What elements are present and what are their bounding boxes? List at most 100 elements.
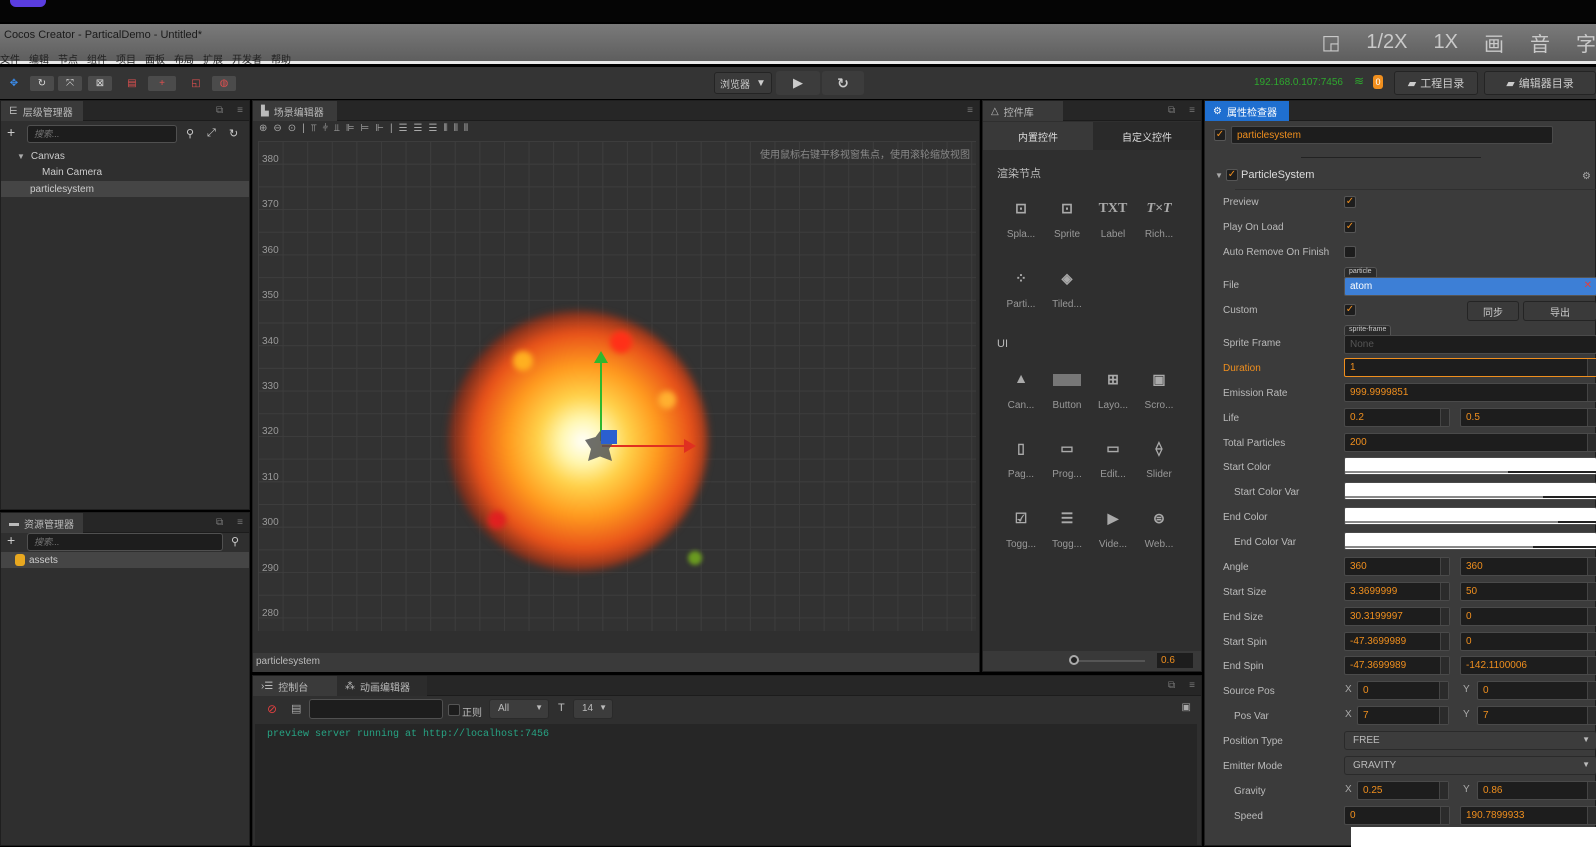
emission-rate-input[interactable]: 999.9999851 (1344, 383, 1596, 402)
assets-search-input[interactable] (27, 533, 223, 551)
open-log-icon[interactable]: ▤ (291, 702, 301, 715)
gravity-y-input[interactable]: 0.86 (1477, 781, 1596, 800)
zoom-reset-icon[interactable]: ⊙ (288, 123, 296, 134)
position-type-select[interactable]: FREE ▼ (1344, 731, 1596, 750)
start-color-var-picker[interactable] (1344, 482, 1596, 500)
picture-button[interactable]: 画 (1484, 28, 1504, 57)
tab-scene[interactable]: ▙ 场景编辑器 (253, 101, 337, 121)
tree-node-main-camera[interactable]: Main Camera (1, 164, 249, 180)
zoom-slider-track[interactable] (1075, 660, 1145, 662)
distribute-vcenter-icon[interactable]: ☰ (414, 123, 423, 134)
lib-item-button[interactable]: Button (1044, 366, 1090, 411)
end-color-var-picker[interactable] (1344, 532, 1596, 550)
auto-remove-checkbox[interactable] (1344, 246, 1356, 258)
menu-edit[interactable]: 编辑 (29, 51, 49, 66)
clear-file-icon[interactable]: ✕ (1584, 280, 1592, 291)
expand-arrow-icon[interactable]: ▼ (17, 152, 25, 161)
zoom-value[interactable]: 0.6 (1157, 653, 1193, 668)
distribute-left-icon[interactable]: ⫴ (443, 123, 447, 134)
add-asset-icon[interactable]: + (7, 532, 15, 548)
clear-icon[interactable]: ⊘ (267, 702, 277, 716)
lib-item-label[interactable]: TXT Label (1090, 195, 1136, 240)
end-size-max-input[interactable]: 0 (1460, 607, 1596, 626)
distribute-bottom-icon[interactable]: ☰ (429, 123, 438, 134)
start-size-max-input[interactable]: 50 (1460, 582, 1596, 601)
preview-target-select[interactable]: 浏览器 ▼ (714, 72, 772, 94)
popout-icon[interactable]: ⧉ (216, 105, 223, 116)
align-left-icon[interactable]: ⊫ (346, 123, 355, 134)
menu-panel[interactable]: 面板 (145, 51, 165, 66)
life-min-input[interactable]: 0.2 (1344, 408, 1450, 427)
lib-item-particle[interactable]: ⁘ Parti... (998, 265, 1044, 311)
component-collapse-icon[interactable]: ▼ (1215, 171, 1223, 180)
menu-extension[interactable]: 扩展 (203, 51, 223, 66)
project-dir-button[interactable]: ▰ 工程目录 (1394, 71, 1478, 95)
custom-checkbox[interactable]: ✓ (1344, 304, 1356, 316)
menu-icon[interactable]: ≡ (1189, 680, 1195, 691)
distribute-hcenter-icon[interactable]: ⫴ (454, 123, 458, 134)
gravity-x-input[interactable]: 0.25 (1357, 781, 1449, 800)
zoom-slider-handle[interactable] (1069, 655, 1079, 665)
end-size-min-input[interactable]: 30.3199997 (1344, 607, 1450, 626)
asset-root[interactable]: assets (1, 552, 249, 568)
tab-inspector[interactable]: ⚙ 属性检查器 (1205, 101, 1289, 121)
source-pos-y-input[interactable]: 0 (1477, 681, 1596, 700)
level-select[interactable]: All ▼ (489, 699, 549, 719)
popout-icon[interactable]: ⧉ (216, 517, 223, 528)
server-address[interactable]: 192.168.0.107:7456 (1254, 77, 1343, 88)
menu-layout[interactable]: 布局 (174, 51, 194, 66)
lib-item-editbox[interactable]: ▭ Edit... (1090, 435, 1136, 481)
expand-icon[interactable]: ⤢ (207, 127, 216, 140)
collapse-icon[interactable]: ▣ (1182, 702, 1191, 713)
pivot-toggle-icon[interactable]: ▤ (120, 76, 144, 91)
lib-item-slider[interactable]: ⟠ Slider (1136, 435, 1182, 481)
audio-button[interactable]: 音 (1530, 28, 1550, 57)
end-spin-min-input[interactable]: -47.3699989 (1344, 656, 1450, 675)
regex-checkbox[interactable] (448, 704, 460, 716)
popout-icon[interactable]: ⧉ (1168, 680, 1175, 691)
gizmo-x-axis[interactable] (602, 445, 684, 447)
snap-toggle-icon[interactable]: ◱ (184, 76, 208, 91)
font-size-select[interactable]: 14 ▼ (573, 699, 613, 719)
life-max-input[interactable]: 0.5 (1460, 408, 1596, 427)
menu-developer[interactable]: 开发者 (232, 51, 262, 66)
lib-item-scrollview[interactable]: ▣ Scro... (1136, 366, 1182, 412)
move-tool-icon[interactable]: ✥ (2, 76, 26, 91)
total-particles-input[interactable]: 200 (1344, 433, 1596, 452)
tree-node-canvas[interactable]: ▼ Canvas (1, 148, 249, 164)
lib-item-toggle[interactable]: ☑ Togg... (998, 505, 1044, 551)
align-hcenter-icon[interactable]: ⊨ (361, 123, 370, 134)
lib-item-webview[interactable]: ⊜ Web... (1136, 505, 1182, 551)
lib-item-tiledmap[interactable]: ◈ Tiled... (1044, 265, 1090, 311)
menu-project[interactable]: 项目 (116, 51, 136, 66)
tab-animation[interactable]: ⁂ 动画编辑器 (337, 676, 427, 696)
lib-item-pageview[interactable]: ▯ Pag... (998, 435, 1044, 481)
editor-dir-button[interactable]: ▰ 编辑器目录 (1484, 71, 1596, 95)
pos-var-y-input[interactable]: 7 (1477, 706, 1596, 725)
distribute-top-icon[interactable]: ☰ (399, 123, 408, 134)
gizmo-y-axis[interactable] (600, 359, 602, 441)
gizmo-x-arrow-icon[interactable] (684, 439, 696, 453)
lib-item-canvas[interactable]: ▲ Can... (998, 366, 1044, 411)
duration-input[interactable]: 1 (1344, 358, 1596, 377)
angle-min-input[interactable]: 360 (1344, 557, 1450, 576)
scene-viewport[interactable]: 使用鼠标右键平移视窗焦点，使用滚轮缩放视图 380 370 360 350 340 330… (258, 141, 976, 631)
hierarchy-search-input[interactable] (27, 125, 177, 143)
start-spin-min-input[interactable]: -47.3699989 (1344, 632, 1450, 651)
export-button[interactable]: 导出 (1523, 301, 1596, 321)
subtitle-button[interactable]: 字 (1576, 28, 1596, 57)
distribute-right-icon[interactable]: ⫴ (464, 123, 468, 134)
scale-tool-icon[interactable]: ⤧ (58, 76, 82, 91)
console-filter-input[interactable] (309, 699, 443, 719)
lib-item-progressbar[interactable]: ▭ Prog... (1044, 435, 1090, 481)
zoom-out-icon[interactable]: ⊖ (273, 123, 281, 134)
file-asset-field[interactable]: atom ✕ (1344, 277, 1596, 296)
angle-max-input[interactable]: 360 (1460, 557, 1596, 576)
align-right-icon[interactable]: ⊩ (375, 123, 384, 134)
menu-component[interactable]: 组件 (87, 51, 107, 66)
lib-item-splash[interactable]: ⊡ Spla... (998, 195, 1044, 241)
speed-max-input[interactable]: 190.7899933 (1460, 806, 1596, 825)
start-spin-max-input[interactable]: 0 (1460, 632, 1596, 651)
lib-item-togglegroup[interactable]: ☰ Togg... (1044, 505, 1090, 551)
menu-icon[interactable]: ≡ (237, 105, 243, 116)
